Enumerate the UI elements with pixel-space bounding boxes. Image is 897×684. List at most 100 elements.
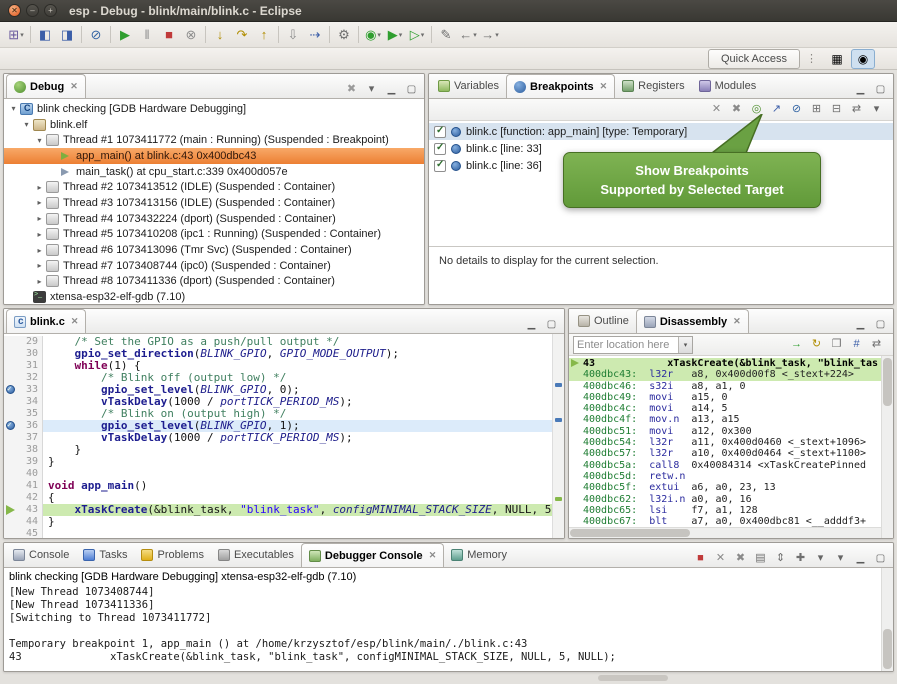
- disassembly-row[interactable]: 43 xTaskCreate(&blink_task, "blink_tas: [569, 358, 893, 369]
- tab-registers[interactable]: Registers: [615, 74, 691, 98]
- skip-all-breakpoints-button[interactable]: ⊘: [85, 24, 107, 46]
- code-line[interactable]: 38 }: [4, 444, 564, 456]
- minimize-button[interactable]: ▁: [382, 81, 401, 98]
- debug-tree-row[interactable]: main_task() at cpu_start.c:339 0x400d057…: [4, 164, 424, 180]
- tab-tasks[interactable]: Tasks: [76, 543, 134, 567]
- copy-button[interactable]: ❐: [827, 336, 846, 353]
- forward-button[interactable]: →▾: [479, 24, 501, 46]
- disassembly-row[interactable]: 400dbc67: blt a7, a0, 0x400dbc81 <__addd…: [569, 516, 893, 527]
- close-icon[interactable]: ✕: [70, 81, 78, 92]
- code-line[interactable]: 37 vTaskDelay(1000 / portTICK_PERIOD_MS)…: [4, 432, 564, 444]
- disassembly-horizontal-scrollbar[interactable]: [569, 527, 881, 538]
- expand-icon[interactable]: ▸: [34, 183, 45, 192]
- run-button[interactable]: ▶▾: [384, 24, 406, 46]
- debug-tree-row[interactable]: ▸Thread #8 1073411336 (dport) (Suspended…: [4, 274, 424, 290]
- view-menu-button[interactable]: ▾: [362, 81, 381, 98]
- location-input[interactable]: Enter location here ▾: [573, 336, 693, 354]
- new-wizard-button[interactable]: ⊞▾: [5, 24, 27, 46]
- location-dropdown-icon[interactable]: ▾: [678, 337, 692, 353]
- editor-annotation-ruler[interactable]: [4, 468, 18, 480]
- overview-current-line-tick[interactable]: [555, 497, 562, 501]
- display-console-button[interactable]: ▾: [811, 550, 830, 567]
- minimize-button[interactable]: ▁: [851, 81, 870, 98]
- maximize-button[interactable]: ▢: [871, 316, 890, 333]
- quick-access-button[interactable]: Quick Access: [708, 49, 800, 69]
- clear-console-button[interactable]: ▤: [751, 550, 770, 567]
- external-tools-button[interactable]: ▷▾: [406, 24, 428, 46]
- code-line[interactable]: 39}: [4, 456, 564, 468]
- code-line[interactable]: 41void app_main(): [4, 480, 564, 492]
- debug-tree-row[interactable]: ▾blink.elf: [4, 117, 424, 133]
- collapse-icon[interactable]: ▾: [21, 120, 32, 129]
- code-line[interactable]: 43 xTaskCreate(&blink_task, "blink_task"…: [4, 504, 564, 516]
- tab-disassembly[interactable]: Disassembly✕: [636, 309, 749, 333]
- open-console-button[interactable]: ▾: [831, 550, 850, 567]
- window-minimize-button[interactable]: –: [26, 4, 39, 17]
- debug-tree[interactable]: ▾blink checking [GDB Hardware Debugging]…: [4, 99, 424, 304]
- debug-tree-row[interactable]: xtensa-esp32-elf-gdb (7.10): [4, 289, 424, 304]
- debug-button[interactable]: ◉▾: [362, 24, 384, 46]
- editor-annotation-ruler[interactable]: [4, 504, 18, 516]
- tab-executables[interactable]: Executables: [211, 543, 301, 567]
- window-close-button[interactable]: ✕: [8, 4, 21, 17]
- editor-annotation-ruler[interactable]: [4, 516, 18, 528]
- editor-annotation-ruler[interactable]: [4, 348, 18, 360]
- overview-ruler[interactable]: [552, 334, 564, 538]
- breakpoint-marker-icon[interactable]: [6, 385, 15, 394]
- disassembly-row[interactable]: 400dbc51: movi a12, 0x300: [569, 426, 893, 437]
- maximize-button[interactable]: ▢: [402, 81, 421, 98]
- editor-annotation-ruler[interactable]: [4, 432, 18, 444]
- disassembly-row[interactable]: 400dbc49: movi a15, 0: [569, 392, 893, 403]
- disassembly-row[interactable]: 400dbc43: l32r a8, 0x400d00f8 <_stext+22…: [569, 369, 893, 380]
- link-with-active-context-toggle[interactable]: ⇄: [867, 336, 886, 353]
- code-editor[interactable]: 29 /* Set the GPIO as a push/pull output…: [4, 334, 564, 538]
- console-vertical-scrollbar[interactable]: [881, 568, 893, 671]
- tab-problems[interactable]: Problems: [134, 543, 210, 567]
- breakpoint-row[interactable]: blink.c [function: app_main] [type: Temp…: [429, 123, 893, 140]
- debug-tree-row[interactable]: ▸Thread #5 1073410208 (ipc1 : Running) (…: [4, 227, 424, 243]
- remove-all-terminated-button[interactable]: ✖: [342, 81, 361, 98]
- tab-breakpoints[interactable]: Breakpoints✕: [506, 74, 615, 98]
- save-all-button[interactable]: ◨: [56, 24, 78, 46]
- maximize-button[interactable]: ▢: [871, 81, 890, 98]
- disassembly-row[interactable]: 400dbc5f: extui a6, a0, 23, 13: [569, 482, 893, 493]
- breakpoint-checkbox[interactable]: [434, 160, 446, 172]
- editor-annotation-ruler[interactable]: [4, 336, 18, 348]
- editor-annotation-ruler[interactable]: [4, 396, 18, 408]
- editor-annotation-ruler[interactable]: [4, 444, 18, 456]
- maximize-button[interactable]: ▢: [542, 316, 561, 333]
- disassembly-row[interactable]: 400dbc46: s32i a8, a1, 0: [569, 381, 893, 392]
- instruction-stepping-button[interactable]: ⇢: [304, 24, 326, 46]
- open-perspective-button[interactable]: ▦: [825, 49, 849, 69]
- editor-annotation-ruler[interactable]: [4, 528, 18, 538]
- code-line[interactable]: 45: [4, 528, 564, 538]
- last-edit-location-button[interactable]: ✎: [435, 24, 457, 46]
- link-with-debug-toggle[interactable]: ⇄: [847, 101, 866, 118]
- go-to-file-button[interactable]: ↗: [767, 101, 786, 118]
- tab-outline[interactable]: Outline: [571, 309, 636, 333]
- tab-debug[interactable]: Debug✕: [6, 74, 86, 98]
- scroll-lock-toggle[interactable]: ⇕: [771, 550, 790, 567]
- minimize-button[interactable]: ▁: [851, 550, 870, 567]
- console-body[interactable]: blink checking [GDB Hardware Debugging] …: [4, 568, 893, 671]
- debug-tree-row[interactable]: app_main() at blink.c:43 0x400dbc43: [4, 148, 424, 164]
- show-opcodes-toggle[interactable]: #: [847, 336, 866, 353]
- remove-all-launches-button[interactable]: ✖: [731, 550, 750, 567]
- debug-tree-row[interactable]: ▸Thread #4 1073432224 (dport) (Suspended…: [4, 211, 424, 227]
- expand-icon[interactable]: ▸: [34, 261, 45, 270]
- back-button[interactable]: ←▾: [457, 24, 479, 46]
- disassembly-row[interactable]: 400dbc4c: movi a14, 5: [569, 403, 893, 414]
- editor-annotation-ruler[interactable]: [4, 492, 18, 504]
- expand-icon[interactable]: ▸: [34, 214, 45, 223]
- disassembly-vertical-scrollbar[interactable]: [881, 356, 893, 538]
- editor-annotation-ruler[interactable]: [4, 420, 18, 432]
- expand-icon[interactable]: ▸: [34, 246, 45, 255]
- minimize-button[interactable]: ▁: [522, 316, 541, 333]
- editor-annotation-ruler[interactable]: [4, 456, 18, 468]
- debug-perspective-button[interactable]: ◉: [851, 49, 875, 69]
- breakpoint-checkbox[interactable]: [434, 143, 446, 155]
- disassembly-row[interactable]: 400dbc57: l32r a10, 0x400d0464 <_stext+1…: [569, 448, 893, 459]
- close-icon[interactable]: ✕: [429, 550, 437, 561]
- collapse-icon[interactable]: ▾: [8, 104, 19, 113]
- step-into-button[interactable]: ↓: [209, 24, 231, 46]
